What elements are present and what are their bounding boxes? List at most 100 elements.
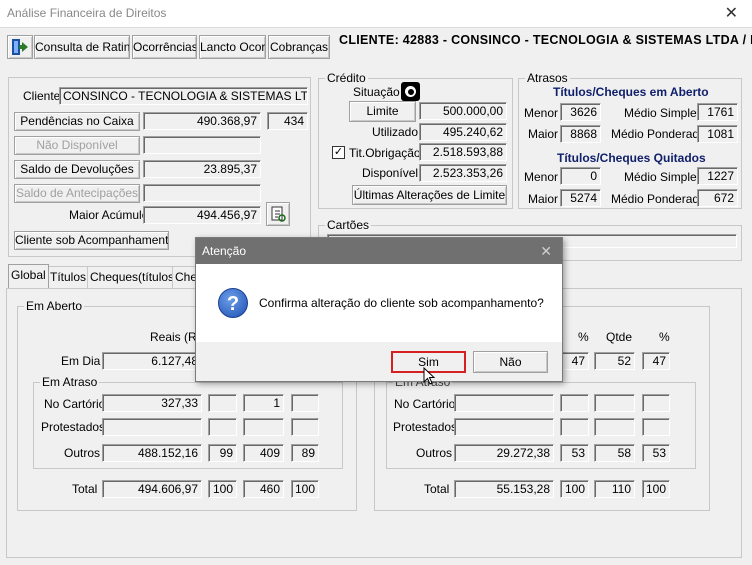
confirm-dialog: Atenção ✕ ? Confirma alteração do client…: [195, 237, 563, 382]
protestados-pct: [208, 418, 237, 436]
no-cartorio-label: No Cartório: [44, 397, 106, 411]
aberto-medio-ponderado-value: 1081: [697, 125, 738, 143]
dialog-titlebar: Atenção: [196, 238, 562, 264]
limite-button[interactable]: Limite: [349, 101, 416, 122]
quitados-menor-label: Menor: [524, 170, 559, 184]
no-button[interactable]: Não: [473, 351, 548, 373]
right-protestados-pct: [560, 418, 589, 436]
dialog-close-icon[interactable]: ✕: [540, 238, 552, 264]
maior-acumulo-value: 494.456,97: [143, 206, 261, 224]
acompanhamento-button[interactable]: Cliente sob Acompanhamento: [14, 231, 169, 250]
right-outros-qtde: 58: [594, 444, 635, 462]
client-name-field: CONSINCO - TECNOLOGIA & SISTEMAS LTDA: [59, 87, 308, 105]
right-em-dia-pct: 47: [560, 352, 589, 370]
pendencias-value: 490.368,97: [143, 112, 261, 130]
right-no-cartorio-value: [454, 394, 554, 412]
right-no-cartorio-qtde: [594, 394, 635, 412]
right-protestados-qtde: [594, 418, 635, 436]
tab-titulos[interactable]: Títulos: [47, 266, 90, 288]
outros-qtde: 409: [243, 444, 284, 462]
tab-cheques-titulos[interactable]: Cheques(títulos): [87, 266, 182, 288]
rating-button[interactable]: Consulta de Rating: [34, 35, 130, 59]
right-outros-pct2: 53: [642, 444, 670, 462]
right-outros-value: 29.272,38: [454, 444, 554, 462]
right-total-pct2: 100: [642, 480, 670, 498]
right-no-cartorio-pct: [560, 394, 589, 412]
devolucoes-value: 23.895,37: [143, 160, 261, 178]
aberto-medio-simples-label: Médio Simples: [624, 106, 703, 120]
right-no-cartorio-pct2: [642, 394, 670, 412]
pendencias-button[interactable]: Pendências no Caixa: [14, 112, 140, 131]
details-icon[interactable]: [266, 202, 290, 226]
outros-value: 488.152,16: [102, 444, 202, 462]
quitados-medio-simples-value: 1227: [697, 167, 738, 185]
question-icon: ?: [218, 288, 248, 318]
antecipacoes-button[interactable]: Saldo de Antecipações: [14, 184, 140, 203]
dialog-title: Atenção: [202, 244, 247, 258]
quitados-maior-label: Maior: [528, 192, 559, 206]
protestados-qtde: [243, 418, 284, 436]
em-aberto-title: Em Aberto: [24, 299, 85, 313]
nao-disponivel-button[interactable]: Não Disponível: [14, 136, 140, 155]
outros-label: Outros: [64, 446, 101, 460]
aberto-menor-label: Menor: [524, 106, 559, 120]
quitados-maior-value: 5274: [560, 189, 601, 207]
maior-acumulo-label: Maior Acúmulo: [69, 208, 149, 222]
right-total-label: Total: [424, 482, 450, 496]
dialog-message: Confirma alteração do cliente sob acompa…: [259, 296, 544, 310]
aberto-maior-label: Maior: [528, 127, 559, 141]
total-qtde: 460: [243, 480, 284, 498]
outros-pct2: 89: [291, 444, 319, 462]
no-cartorio-pct2: [291, 394, 319, 412]
right-total-qtde: 110: [594, 480, 635, 498]
antecipacoes-value: [143, 184, 261, 202]
em-dia-value: 6.127,48: [102, 352, 202, 370]
cartoes-title: Cartões: [325, 218, 372, 232]
utilizado-label: Utilizado: [372, 125, 419, 139]
right-protestados-label: Protestados: [393, 420, 458, 434]
aberto-medio-ponderado-label: Médio Ponderado: [611, 127, 706, 141]
aberto-menor-value: 3626: [560, 103, 601, 121]
cobrancas-button[interactable]: Cobranças: [268, 35, 330, 59]
right-outros-pct: 53: [560, 444, 589, 462]
credito-title: Crédito: [325, 71, 368, 85]
close-icon[interactable]: ✕: [725, 3, 738, 23]
limite-value: 500.000,00: [419, 102, 507, 120]
nao-disponivel-value: [143, 136, 261, 154]
tit-obrigacao-checkbox[interactable]: ✓: [332, 146, 345, 159]
disponivel-label: Disponível: [362, 166, 419, 180]
right-protestados-value: [454, 418, 554, 436]
no-cartorio-qtde: 1: [243, 394, 284, 412]
lancto-ocor-button[interactable]: Lancto Ocor.: [199, 35, 266, 59]
right-total-value: 55.153,28: [454, 480, 554, 498]
devolucoes-button[interactable]: Saldo de Devoluções: [14, 160, 140, 179]
aberto-maior-value: 8868: [560, 125, 601, 143]
situacao-label: Situação: [353, 85, 400, 99]
right-total-pct: 100: [560, 480, 589, 498]
quitados-medio-ponderado-value: 672: [697, 189, 738, 207]
quitados-medio-simples-label: Médio Simples: [624, 170, 703, 184]
window-titlebar: Análise Financeira de Direitos ✕: [0, 0, 752, 28]
right-protestados-pct2: [642, 418, 670, 436]
tab-global[interactable]: Global: [8, 264, 49, 288]
ocorrencias-button[interactable]: Ocorrências: [132, 35, 197, 59]
ultimas-alteracoes-button[interactable]: Últimas Alterações de Limite: [352, 185, 507, 205]
aberto-medio-simples-value: 1761: [697, 103, 738, 121]
client-header: CLIENTE: 42883 - CONSINCO - TECNOLOGIA &…: [339, 33, 752, 47]
no-cartorio-pct: [208, 394, 237, 412]
aberto-header: Títulos/Cheques em Aberto: [553, 85, 709, 99]
right-pct2-header: %: [659, 330, 670, 344]
client-label: Cliente: [23, 89, 61, 103]
utilizado-value: 495.240,62: [419, 123, 507, 141]
right-no-cartorio-label: No Cartório: [394, 397, 456, 411]
tit-obrigacao-value: 2.518.593,88: [419, 143, 507, 161]
mouse-cursor-icon: [423, 367, 436, 385]
quitados-menor-value: 0: [560, 167, 601, 185]
protestados-label: Protestados: [41, 420, 106, 434]
exit-door-icon[interactable]: [7, 35, 33, 59]
right-outros-label: Outros: [416, 446, 453, 460]
total-pct: 100: [208, 480, 237, 498]
atrasos-title: Atrasos: [525, 71, 570, 85]
no-cartorio-value: 327,33: [102, 394, 202, 412]
disponivel-value: 2.523.353,26: [419, 164, 507, 182]
